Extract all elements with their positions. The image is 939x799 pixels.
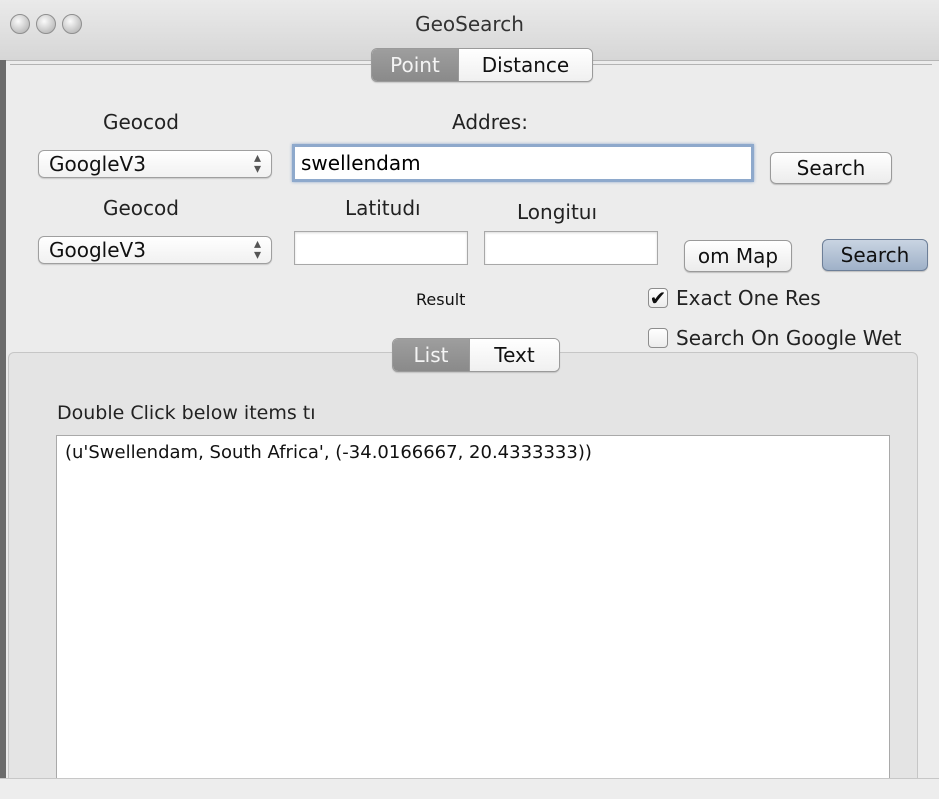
window-title: GeoSearch	[415, 12, 524, 36]
coords-geocoder-select[interactable]: GoogleV3 ▴ ▾	[38, 236, 272, 264]
google-web-checkbox[interactable]	[648, 328, 668, 348]
result-label: Result	[416, 290, 466, 309]
address-geocoder-value: GoogleV3	[49, 152, 146, 176]
longitude-field	[484, 231, 658, 265]
checkmark-icon: ✔	[649, 286, 667, 310]
tab-point[interactable]: Point	[372, 49, 458, 81]
latitude-field	[294, 231, 468, 265]
coords-search-button[interactable]: Search	[822, 239, 928, 271]
up-down-chevrons-icon: ▴ ▾	[253, 150, 261, 177]
google-web-label: Search On Google Wet	[676, 326, 902, 350]
up-down-chevrons-icon: ▴ ▾	[253, 236, 261, 263]
longitude-input[interactable]	[485, 232, 657, 264]
list-hint-text: Double Click below items tı	[57, 402, 316, 424]
longitude-label: Longituı	[517, 200, 598, 224]
results-list[interactable]: (u'Swellendam, South Africa', (-34.01666…	[56, 435, 890, 780]
address-geocoder-label: Geocod	[103, 110, 179, 134]
tab-distance[interactable]: Distance	[458, 49, 592, 81]
point-distance-tabs: Point Distance	[371, 48, 593, 82]
address-input-frame	[292, 144, 754, 182]
top-tabs-divider-left	[10, 64, 372, 65]
list-item[interactable]: (u'Swellendam, South Africa', (-34.01666…	[57, 436, 889, 463]
tab-list[interactable]: List	[393, 339, 469, 371]
latitude-label: Latitudı	[345, 196, 421, 220]
address-search-button[interactable]: Search	[770, 152, 892, 184]
address-input[interactable]	[295, 147, 751, 179]
window-left-edge	[0, 60, 6, 798]
coords-geocoder-label: Geocod	[103, 196, 179, 220]
from-map-button[interactable]: om Map	[684, 240, 792, 272]
address-geocoder-select[interactable]: GoogleV3 ▴ ▾	[38, 150, 272, 178]
exact-one-result-label: Exact One Res	[676, 286, 821, 310]
address-label: Addres:	[452, 110, 528, 134]
exact-one-result-checkbox[interactable]: ✔	[648, 288, 668, 308]
top-tabs-divider-right	[592, 64, 932, 65]
tab-text[interactable]: Text	[469, 339, 559, 371]
list-text-tabs: List Text	[392, 338, 560, 372]
latitude-input[interactable]	[295, 232, 467, 264]
coords-geocoder-value: GoogleV3	[49, 238, 146, 262]
window-bottom-bar	[0, 778, 939, 799]
